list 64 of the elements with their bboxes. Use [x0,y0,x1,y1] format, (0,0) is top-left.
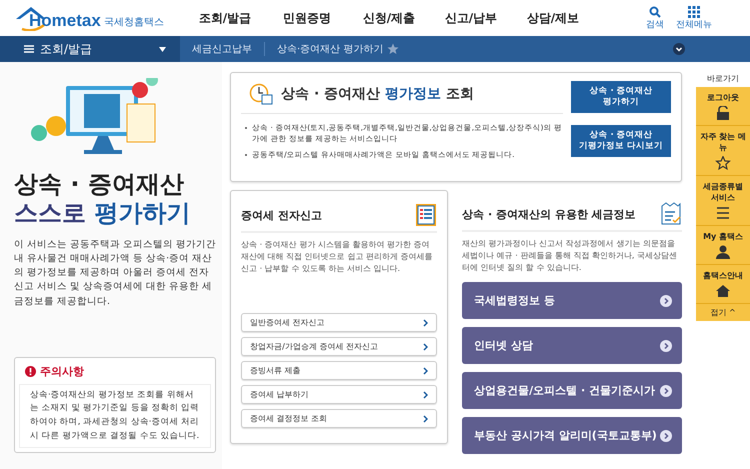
section-title: 상속 · 증여재산의 유용한 세금정보 [462,206,636,222]
section-description: 상속 · 증여재산 평가 시스템을 활용하여 평가한 증여재산에 대해 직접 인터넷으로 쉽고 편리하게 증여세를 신고 · 납부할 수 있도록 하는 서비스 입니다. [241,239,434,275]
service-link[interactable]: 증여세 납부하기 [241,385,438,404]
chevron-right-icon [423,366,428,374]
search-icon [649,6,661,18]
page-title: 상속 · 증여재산 [14,170,185,199]
section-description: 재산의 평가과정이나 신고서 작성과정에서 생기는 의문점을 세법이나 예규 · 판례들을 통해 직접 확인하거나, 국세상담센터에 인터넷 질의 할 수 있습니다. [462,238,678,274]
info-link[interactable]: 국세법령정보 등 [462,282,682,319]
quick-link[interactable]: 로그아웃 [696,87,750,126]
chevron-right-icon [660,340,672,352]
clock-calendar-icon [249,83,274,105]
sidebar-title: 바로가기 [706,73,740,85]
action-button[interactable]: 상속 · 증여재산 기평가정보 다시보기 [571,125,672,157]
intro-text: 이 서비스는 공동주택과 오피스텔의 평가기간 내 유사물건 매매사례가액 등 상속·증여 재산의 평가정보를 제공하며 아울러 증여세 전자신고 서비스 및 상속증여세에 대한 유용한 세금정보를 제공합니다. [14,238,216,309]
info-link[interactable]: 상업용건물/오피스텔 · 건물기준시가 [462,372,682,409]
star-icon[interactable] [387,43,400,55]
menu-dropdown[interactable]: 조회/발급 [0,36,180,62]
collapse-button[interactable]: 접기 ^ [696,304,750,321]
chevron-right-icon [423,414,428,422]
notice-text: 상속·증여재산의 평가정보 조회를 위해서는 소재지 및 평가기준일 등을 정확히 입력하여야 하며, 과세관청의 상속·증여세 처리시 다른 평가액으로 결정될 수도 있습니다. [19,384,212,448]
service-link[interactable]: 일반증여세 전자신고 [241,313,438,332]
chevron-right-icon [423,390,428,398]
menu-icon [24,45,34,53]
chevron-right-icon [423,318,428,326]
info-link[interactable]: 인터넷 상담 [462,327,682,364]
breadcrumb-link[interactable]: 상속·증여재산 평가하기 [265,42,384,56]
grid-icon [688,6,700,18]
lookup-title: 상속 · 증여재산 평가정보 조회 [281,85,474,103]
menu-item[interactable]: 상담/제보 [512,10,594,26]
logo-text[interactable]: Hometax [29,11,101,31]
toolbar-button[interactable]: 전체메뉴 [676,6,712,30]
menu-item[interactable]: 신청/제출 [348,10,430,26]
chevron-right-icon [660,384,672,396]
quick-link[interactable]: 자주 찾는 메뉴 [696,126,750,176]
house-icon [715,284,732,298]
caret-icon [159,46,166,52]
section-title: 증여세 전자신고 [241,208,322,222]
checklist-icon [660,202,682,226]
info-link[interactable]: 부동산 공시가격 알리미(국토교통부) [462,417,682,454]
service-link[interactable]: 증빙서류 제출 [241,361,438,380]
list-icon [715,206,732,220]
action-button[interactable]: 상속 · 증여재산 평가하기 [571,81,672,113]
chevron-right-icon [660,430,672,442]
menu-item[interactable]: 민원증명 [266,10,348,26]
page-subtitle: 스스로 평가하기 [14,198,192,228]
chevron-down-icon[interactable] [673,43,685,55]
service-link[interactable]: 증여세 결정정보 조회 [241,409,438,428]
alert-icon [25,366,36,377]
notice-title: 주의사항 [40,364,84,379]
quick-link[interactable]: 세금종류별 서비스 [696,176,750,226]
menu-item[interactable]: 신고/납부 [430,10,512,26]
service-link[interactable]: 창업자금/가업승계 증여세 전자신고 [241,337,438,356]
chevron-right-icon [423,342,428,350]
person-icon [715,245,732,259]
lock-icon [715,106,732,120]
toolbar-button[interactable]: 검색 [646,6,664,30]
logo-subtitle: 국세청홈택스 [104,16,164,29]
quick-link[interactable]: My 홈택스 [696,226,750,265]
star-icon [715,156,732,170]
menu-item[interactable]: 조회/발급 [184,10,266,26]
form-document-icon [415,203,438,227]
quick-link[interactable]: 홈택스안내 [696,265,750,304]
chevron-right-icon [660,294,672,306]
breadcrumb-link[interactable]: 세금신고납부 [180,42,265,56]
